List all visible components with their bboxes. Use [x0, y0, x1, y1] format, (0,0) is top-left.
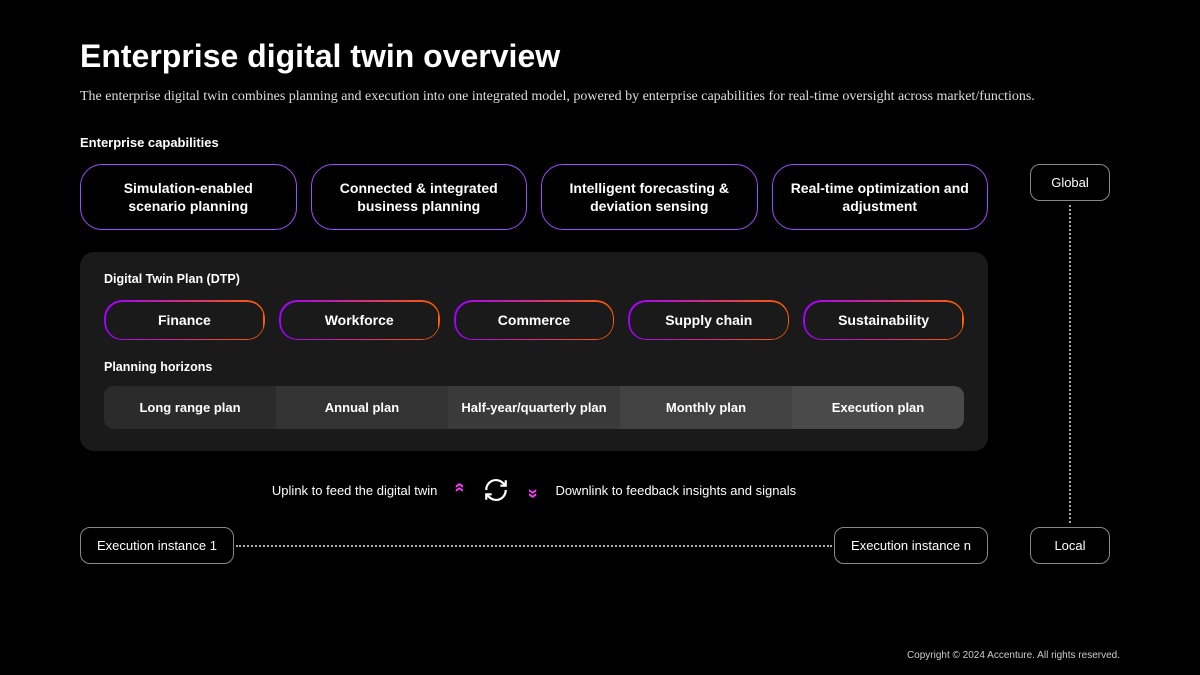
- dotted-connector: [236, 545, 832, 547]
- horizon-item: Monthly plan: [620, 386, 792, 429]
- dotted-connector-vertical: [1069, 205, 1071, 523]
- horizon-item: Long range plan: [104, 386, 276, 429]
- horizon-item: Execution plan: [792, 386, 964, 429]
- dtp-box: Digital Twin Plan (DTP) Finance Workforc…: [80, 252, 988, 451]
- horizons-row: Long range plan Annual plan Half-year/qu…: [104, 386, 964, 429]
- execution-row: Execution instance 1 Execution instance …: [80, 527, 988, 564]
- downlink-chevron-icon: »: [523, 488, 544, 492]
- scope-global: Global: [1030, 164, 1110, 201]
- capabilities-label: Enterprise capabilities: [80, 135, 1120, 150]
- dtp-pill: Sustainability: [803, 300, 964, 340]
- dtp-pill: Workforce: [279, 300, 440, 340]
- capability-pill: Intelligent forecasting & deviation sens…: [541, 164, 758, 230]
- capability-pill: Connected & integrated business planning: [311, 164, 528, 230]
- scope-column: Global Local: [1020, 164, 1120, 564]
- page-title: Enterprise digital twin overview: [80, 38, 1120, 75]
- dtp-label: Digital Twin Plan (DTP): [104, 272, 964, 286]
- sync-icon: [481, 475, 511, 505]
- link-row: Uplink to feed the digital twin » » Down…: [80, 475, 988, 505]
- horizon-item: Annual plan: [276, 386, 448, 429]
- dtp-pill: Finance: [104, 300, 265, 340]
- horizon-item: Half-year/quarterly plan: [448, 386, 620, 429]
- uplink-label: Uplink to feed the digital twin: [272, 483, 437, 498]
- copyright: Copyright © 2024 Accenture. All rights r…: [907, 650, 1120, 661]
- dtp-pill: Commerce: [454, 300, 615, 340]
- downlink-label: Downlink to feedback insights and signal…: [555, 483, 796, 498]
- execution-instance-left: Execution instance 1: [80, 527, 234, 564]
- execution-instance-right: Execution instance n: [834, 527, 988, 564]
- capability-pill: Real-time optimization and adjustment: [772, 164, 989, 230]
- horizons-label: Planning horizons: [104, 360, 964, 374]
- capabilities-row: Simulation-enabled scenario planning Con…: [80, 164, 988, 230]
- capability-pill: Simulation-enabled scenario planning: [80, 164, 297, 230]
- dtp-pill: Supply chain: [628, 300, 789, 340]
- page-subtitle: The enterprise digital twin combines pla…: [80, 89, 1120, 105]
- dtp-row: Finance Workforce Commerce Supply chain …: [104, 300, 964, 340]
- scope-local: Local: [1030, 527, 1110, 564]
- uplink-chevron-icon: »: [449, 488, 470, 492]
